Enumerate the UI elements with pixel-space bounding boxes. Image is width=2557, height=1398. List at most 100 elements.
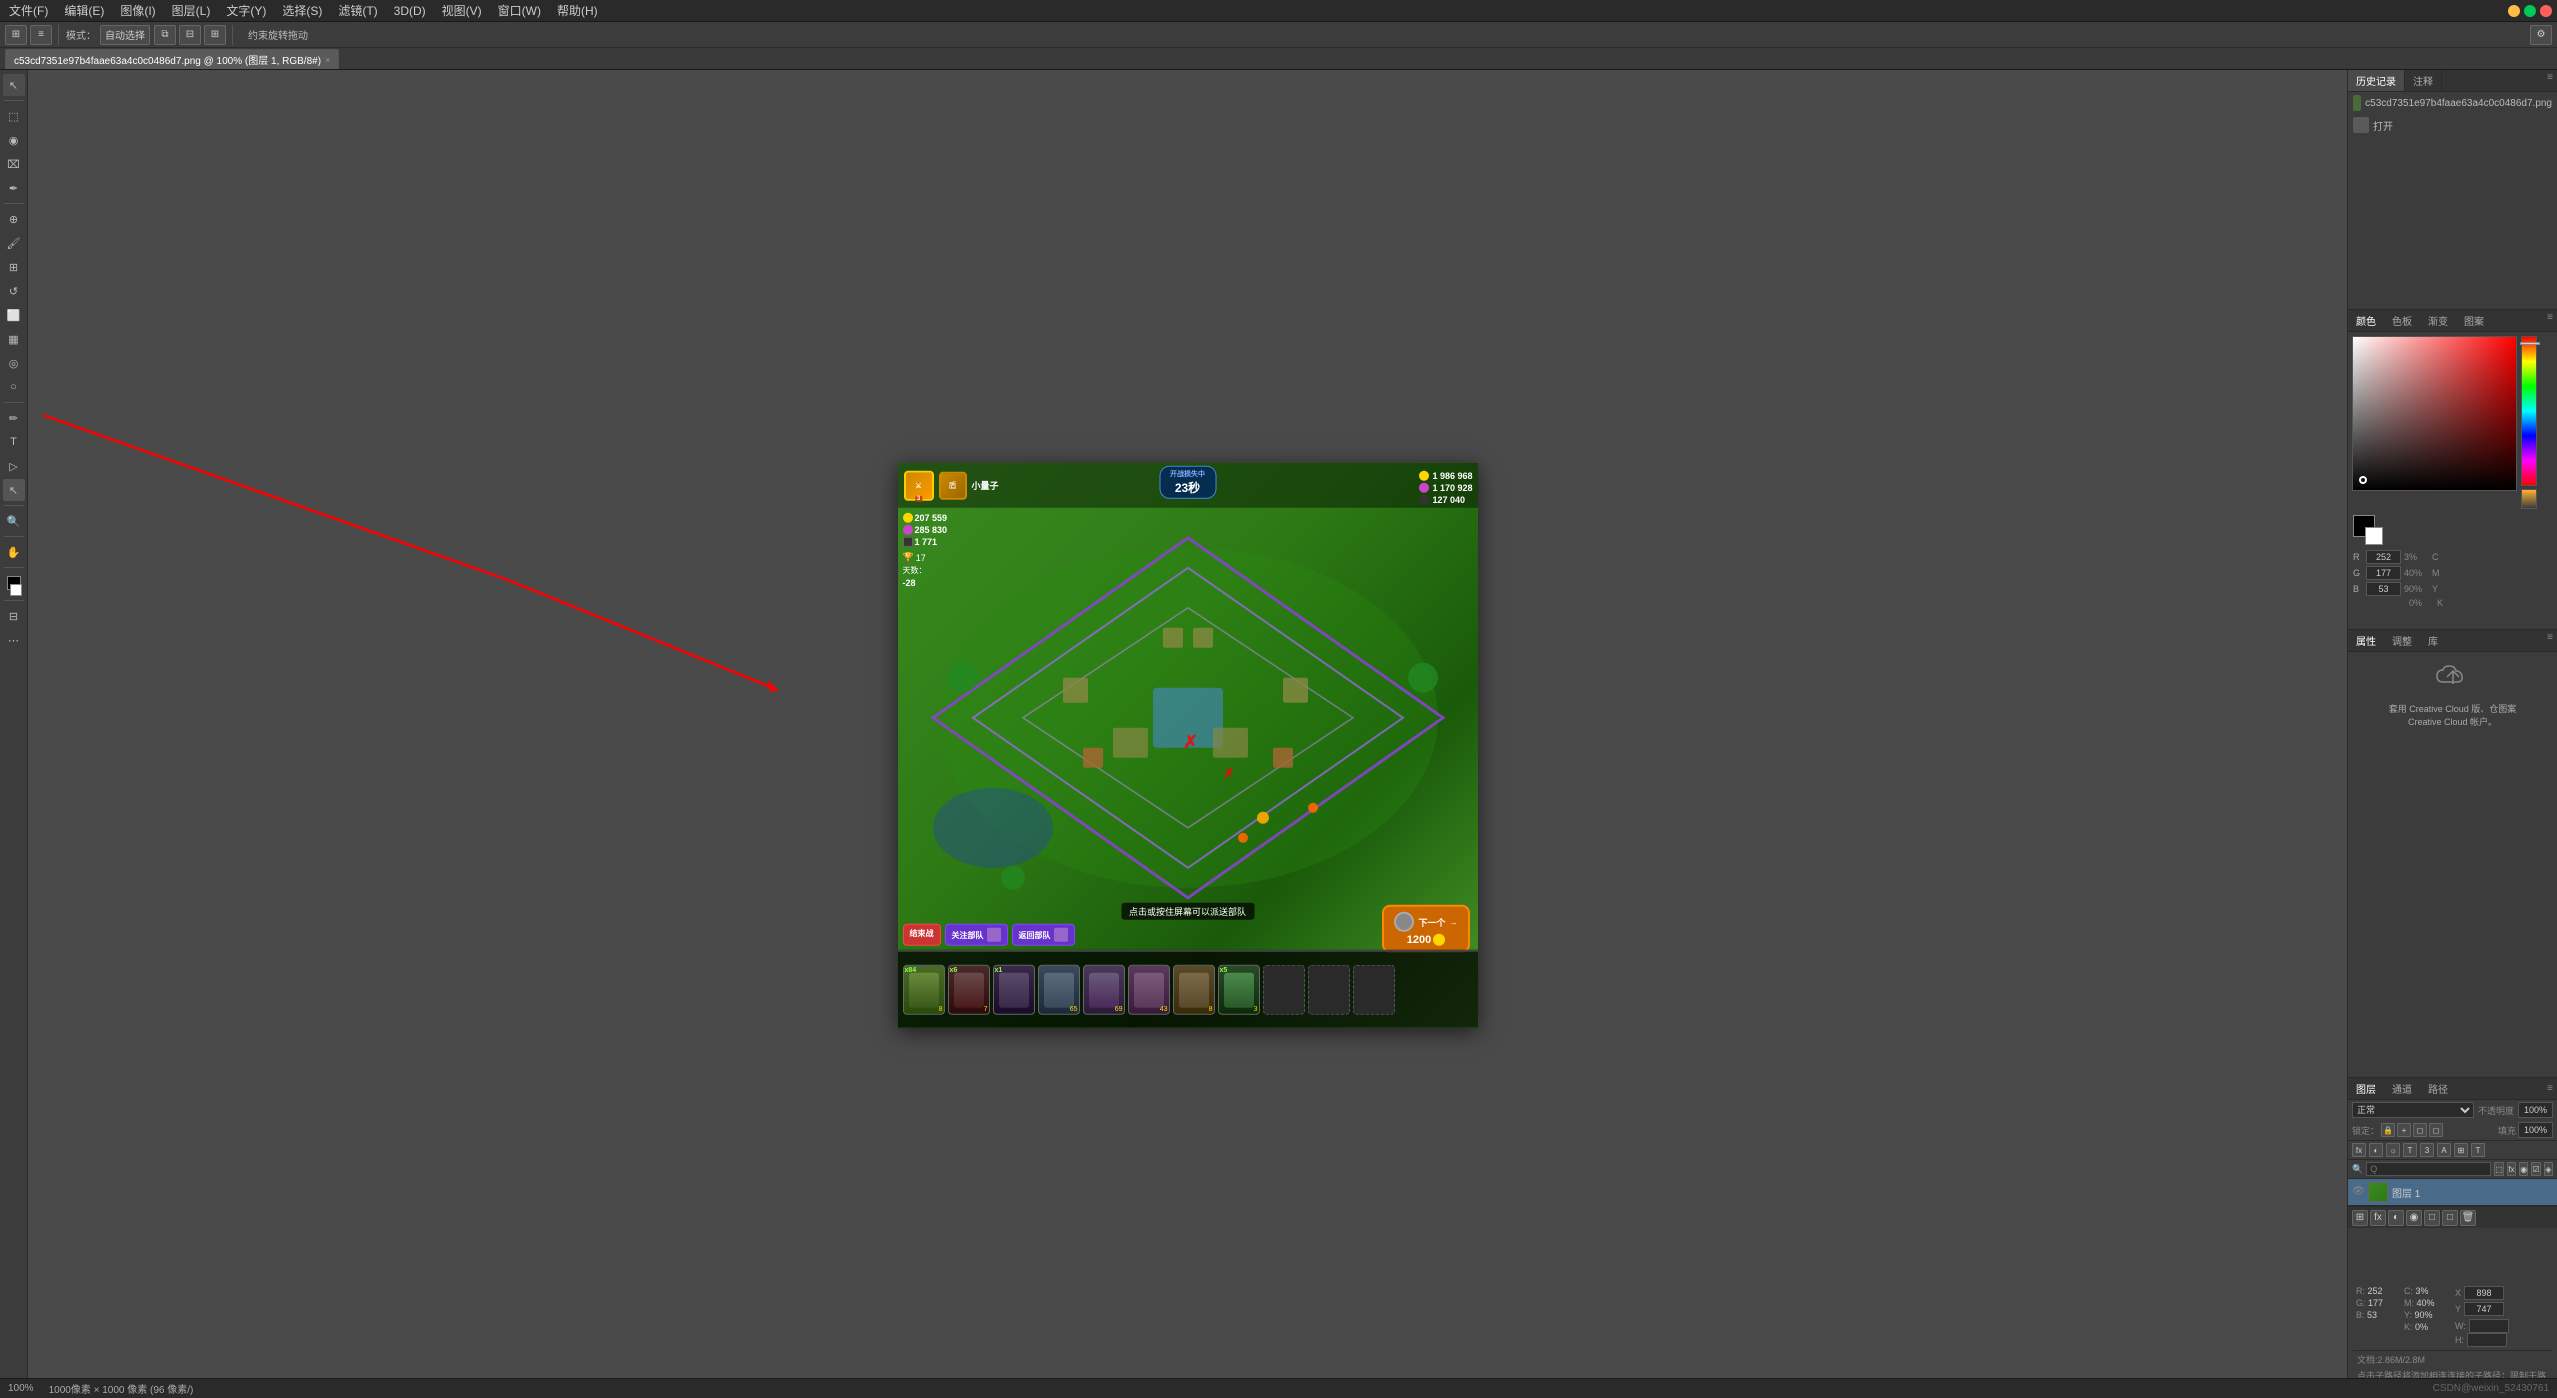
close-button[interactable] [2540, 5, 2552, 17]
select-tool[interactable]: ⬚ [3, 105, 25, 127]
layer-row-0[interactable]: 👁 图层 1 [2348, 1179, 2557, 1206]
history-options-btn[interactable]: ≡ [2543, 70, 2557, 91]
canvas-image[interactable]: ⚔ 3 盾 小量子 开战损失中 23秒 [898, 463, 1478, 1028]
layer-btn[interactable]: ≡ [30, 25, 52, 45]
h-input[interactable] [2467, 1333, 2507, 1347]
gradient-tab[interactable]: 渐变 [2420, 310, 2456, 331]
layers-tab[interactable]: 图层 [2348, 1078, 2384, 1099]
lasso-tool[interactable]: ◉ [3, 129, 25, 151]
lock-all-btn[interactable]: 🔒 [2381, 1123, 2395, 1137]
type-btn[interactable]: T [2471, 1143, 2485, 1157]
auto-select-btn[interactable]: 自动选择 [100, 25, 150, 45]
properties-tab[interactable]: 属性 [2348, 630, 2384, 651]
add-style-btn[interactable]: fx [2370, 1210, 2386, 1226]
minimize-button[interactable] [2508, 5, 2520, 17]
move-tool[interactable]: ↖ [3, 74, 25, 96]
paths-tab[interactable]: 路径 [2420, 1078, 2456, 1099]
lock-pixel-btn[interactable]: ◻ [2413, 1123, 2427, 1137]
gradient-tool[interactable]: ▦ [3, 328, 25, 350]
opacity-input[interactable] [2518, 1102, 2553, 1118]
clone-tool[interactable]: ⊞ [3, 256, 25, 278]
menu-item-file[interactable]: 文件(F) [5, 2, 52, 19]
new-fill-btn[interactable]: ◉ [2406, 1210, 2422, 1226]
menu-item-image[interactable]: 图像(I) [116, 2, 159, 19]
history-brush-tool[interactable]: ↺ [3, 280, 25, 302]
layers-options-btn[interactable]: ≡ [2543, 1081, 2557, 1096]
layer-vis-0[interactable]: 👁 [2352, 1186, 2364, 1198]
w-input[interactable] [2469, 1319, 2509, 1333]
background-swatch[interactable] [2365, 527, 2383, 545]
troop-slot-empty-1[interactable] [1263, 965, 1305, 1015]
b-input[interactable] [2366, 582, 2401, 596]
blend-mode-select[interactable]: 正常 [2352, 1102, 2474, 1118]
menu-item-view[interactable]: 视图(V) [438, 2, 486, 19]
new-layer-btn[interactable]: □ [2442, 1210, 2458, 1226]
transform-btn[interactable]: ⊞ [5, 25, 27, 45]
history-item-file[interactable]: c53cd7351e97b4faae63a4c0c0486d7.png [2348, 92, 2557, 114]
filter-effect-btn[interactable]: fx [2507, 1162, 2516, 1176]
troop-card-7[interactable]: x5 3 [1218, 965, 1260, 1015]
path-select-tool[interactable]: ▷ [3, 455, 25, 477]
menu-item-select[interactable]: 选择(S) [278, 2, 326, 19]
menu-item-3d[interactable]: 3D(D) [390, 4, 430, 18]
r-input[interactable] [2366, 550, 2401, 564]
color-options-btn[interactable]: ≡ [2543, 310, 2557, 331]
layer-search-input[interactable] [2366, 1162, 2491, 1176]
troop-slot-empty-2[interactable] [1308, 965, 1350, 1015]
swatches-tab[interactable]: 色板 [2384, 310, 2420, 331]
document-tab-active[interactable]: c53cd7351e97b4faae63a4c0c0486d7.png @ 10… [5, 49, 339, 69]
troop-slot-empty-3[interactable] [1353, 965, 1395, 1015]
adjust-layer-btn[interactable]: ☼ [2386, 1143, 2400, 1157]
filter-type-btn[interactable]: ⬚ [2494, 1162, 2504, 1176]
color-gradient-area[interactable] [2352, 336, 2517, 491]
dodge-tool[interactable]: ○ [3, 376, 25, 398]
tab-close-icon[interactable]: × [325, 55, 330, 65]
y-coord-input[interactable] [2464, 1302, 2504, 1316]
alpha-slider[interactable] [2521, 489, 2537, 509]
spot-heal-tool[interactable]: ⊕ [3, 208, 25, 230]
blur-tool[interactable]: ◎ [3, 352, 25, 374]
filter-attr-btn[interactable]: ☑ [2531, 1162, 2540, 1176]
menu-item-filter[interactable]: 滤镜(T) [334, 2, 381, 19]
maximize-button[interactable] [2524, 5, 2536, 17]
settings-btn[interactable]: ⚙ [2530, 25, 2552, 45]
channels-tab[interactable]: 通道 [2384, 1078, 2420, 1099]
distribute-btn[interactable]: ⊞ [204, 25, 226, 45]
next-button[interactable]: 下一个 → 1200 [1382, 905, 1469, 953]
return-btn[interactable]: 返回部队 [1012, 924, 1075, 946]
pen-tool[interactable]: ✏ [3, 407, 25, 429]
mask-btn[interactable]: ◐ [2369, 1143, 2383, 1157]
menu-item-edit[interactable]: 编辑(E) [60, 2, 108, 19]
align-btn[interactable]: ⊟ [179, 25, 201, 45]
troop-card-5[interactable]: 43 [1128, 965, 1170, 1015]
menu-item-layer[interactable]: 图层(L) [168, 2, 215, 19]
vector-mask-btn[interactable]: A [2437, 1143, 2451, 1157]
fill-input[interactable] [2518, 1122, 2553, 1138]
add-mask-btn[interactable]: ◐ [2388, 1210, 2404, 1226]
link-btn[interactable]: ⊞ [2454, 1143, 2468, 1157]
menu-item-help[interactable]: 帮助(H) [553, 2, 602, 19]
fx-btn[interactable]: fx [2352, 1143, 2366, 1157]
screen-mode-btn[interactable]: ⊟ [3, 605, 25, 627]
notes-tab[interactable]: 注释 [2405, 70, 2442, 91]
new-group-btn[interactable]: □ [2424, 1210, 2440, 1226]
lock-art-btn[interactable]: ◻ [2429, 1123, 2443, 1137]
troop-card-3[interactable]: 65 [1038, 965, 1080, 1015]
spectate-btn[interactable]: 关注部队 [945, 924, 1008, 946]
history-tab[interactable]: 历史记录 [2348, 70, 2405, 91]
type-tool[interactable]: T [3, 431, 25, 453]
menu-item-text[interactable]: 文字(Y) [222, 2, 270, 19]
eyedropper-tool[interactable]: ✒ [3, 177, 25, 199]
background-color-mini[interactable] [10, 584, 22, 596]
3d-btn[interactable]: 3 [2420, 1143, 2434, 1157]
filter-color-btn[interactable]: ◈ [2544, 1162, 2553, 1176]
adjust-options-btn[interactable]: ≡ [2543, 630, 2557, 651]
color-tab[interactable]: 颜色 [2348, 310, 2384, 331]
x-coord-input[interactable] [2464, 1286, 2504, 1300]
hue-slider[interactable] [2521, 336, 2537, 486]
troop-card-0[interactable]: x84 8 [903, 965, 945, 1015]
lock-pos-btn[interactable]: + [2397, 1123, 2411, 1137]
troop-card-1[interactable]: x6 7 [948, 965, 990, 1015]
delete-layer-btn[interactable]: 🗑 [2460, 1210, 2476, 1226]
troop-card-4[interactable]: 69 [1083, 965, 1125, 1015]
